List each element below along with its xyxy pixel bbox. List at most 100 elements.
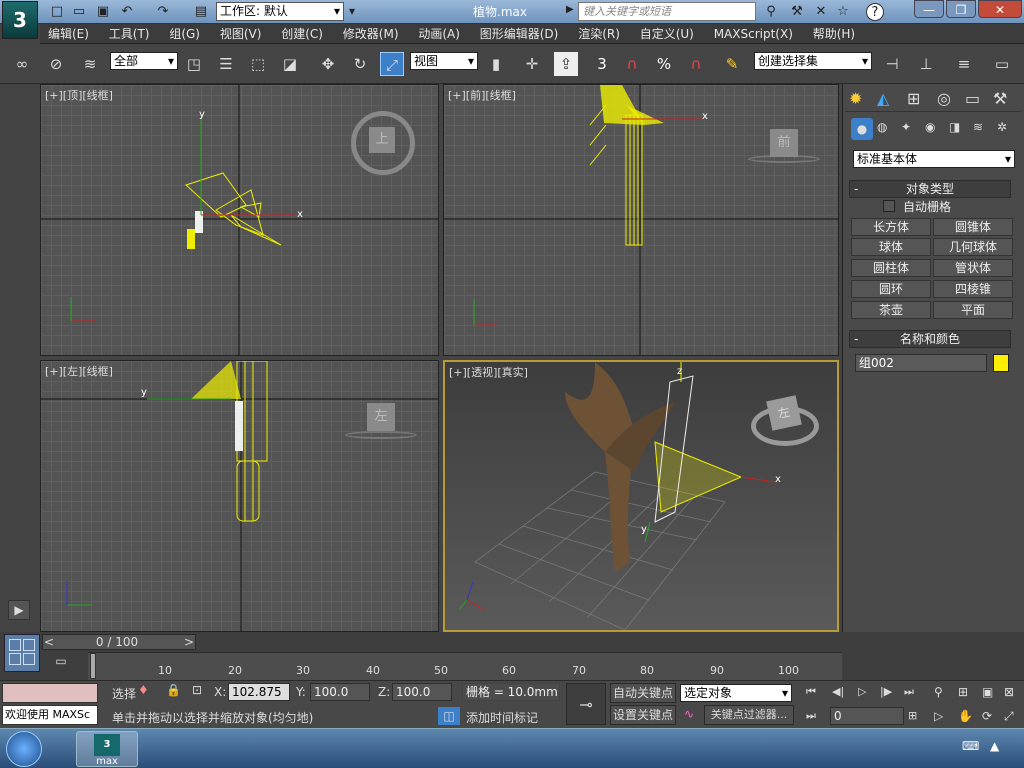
- menu-graph-editors[interactable]: 图形编辑器(D): [472, 24, 567, 44]
- goto-start-icon[interactable]: ⏮: [806, 685, 816, 699]
- ref-coord-select[interactable]: 视图 ▾: [410, 52, 478, 70]
- viewport-left[interactable]: [+][左][线框] y 左: [40, 360, 439, 632]
- menu-rendering[interactable]: 渲染(R): [570, 24, 628, 44]
- select-by-name-icon[interactable]: ☰: [214, 52, 238, 76]
- torus-button[interactable]: 圆环: [851, 280, 931, 298]
- cone-button[interactable]: 圆锥体: [933, 218, 1013, 236]
- helpers-icon[interactable]: ◨: [949, 120, 960, 134]
- snap-toggle-icon[interactable]: 3: [590, 52, 614, 76]
- menu-modifiers[interactable]: 修改器(M): [335, 24, 407, 44]
- time-prev-icon[interactable]: <: [43, 635, 55, 649]
- keyboard-shortcut-icon[interactable]: ⇪: [554, 52, 578, 76]
- start-button[interactable]: [6, 731, 42, 767]
- zoom-extents-all-icon[interactable]: ⊠: [1004, 685, 1014, 699]
- time-next-icon[interactable]: >: [183, 635, 195, 649]
- time-slider[interactable]: < 0 / 100 >: [42, 634, 196, 650]
- selection-filter[interactable]: 全部 ▾: [110, 52, 178, 70]
- category-select[interactable]: 标准基本体 ▾: [853, 150, 1015, 168]
- scale-icon[interactable]: ⤢: [380, 52, 404, 76]
- angle-snap-icon[interactable]: ∩: [620, 52, 644, 76]
- menu-animation[interactable]: 动画(A): [410, 24, 468, 44]
- prev-frame-icon[interactable]: ◀|: [832, 685, 844, 698]
- rotate-icon[interactable]: ↻: [348, 52, 372, 76]
- hierarchy-tab-icon[interactable]: ⊞: [907, 89, 920, 108]
- viewport-label[interactable]: [+][透视][真实]: [449, 364, 528, 380]
- pyramid-button[interactable]: 四棱锥: [933, 280, 1013, 298]
- percent-snap-icon[interactable]: %: [652, 52, 676, 76]
- project-folder-icon[interactable]: ▤: [192, 3, 210, 21]
- key-mode-toggle-icon[interactable]: ⏭: [806, 709, 816, 723]
- lock-selection-icon[interactable]: 🔒: [166, 683, 181, 697]
- viewcube[interactable]: 左: [766, 395, 802, 431]
- edit-named-sets-icon[interactable]: ✎: [720, 52, 744, 76]
- z-coordinate-field[interactable]: 100.0: [392, 683, 452, 701]
- goto-end-icon[interactable]: ⏭: [904, 685, 914, 699]
- workspace-select[interactable]: 工作区: 默认 ▾: [216, 2, 344, 21]
- menu-customize[interactable]: 自定义(U): [632, 24, 702, 44]
- taskbar-3dsmax[interactable]: 3 max: [76, 731, 138, 767]
- move-icon[interactable]: ✥: [316, 52, 340, 76]
- help-icon[interactable]: ?: [866, 3, 884, 21]
- name-color-header[interactable]: - 名称和颜色: [849, 330, 1011, 348]
- graphite-toggle-icon[interactable]: ▭: [990, 52, 1014, 76]
- save-icon[interactable]: ▣: [94, 3, 112, 21]
- isolate-icon[interactable]: ♦: [138, 683, 149, 697]
- object-color-swatch[interactable]: [993, 354, 1009, 372]
- menu-views[interactable]: 视图(V): [212, 24, 270, 44]
- key-filters-button[interactable]: 关键点过滤器...: [704, 705, 794, 725]
- search-input[interactable]: 键入关键字或短语: [578, 2, 756, 21]
- key-mode-select[interactable]: 选定对象 ▾: [680, 684, 792, 702]
- rect-region-icon[interactable]: ⬚: [246, 52, 270, 76]
- layer-manager-icon[interactable]: ≡: [952, 52, 976, 76]
- app-logo[interactable]: 3: [2, 1, 38, 39]
- track-bar[interactable]: 10 20 30 40 50 60 70 80 90 100: [88, 652, 842, 680]
- redo-icon[interactable]: ↷: [154, 3, 172, 21]
- absolute-mode-icon[interactable]: ⊡: [192, 683, 202, 697]
- viewcube[interactable]: 上: [369, 127, 395, 153]
- lights-icon[interactable]: ✦: [901, 120, 911, 134]
- box-button[interactable]: 长方体: [851, 218, 931, 236]
- modify-tab-icon[interactable]: ◭: [877, 89, 889, 108]
- spacewarps-icon[interactable]: ≋: [973, 120, 983, 134]
- pivot-center-icon[interactable]: ▮: [484, 52, 508, 76]
- set-key-icon[interactable]: ⊸: [566, 683, 606, 725]
- tube-button[interactable]: 管状体: [933, 259, 1013, 277]
- viewport-layout-icon[interactable]: [4, 634, 40, 672]
- utilities-tab-icon[interactable]: ⚒: [993, 89, 1007, 108]
- exchange-icon[interactable]: ✕: [812, 3, 830, 21]
- maximize-viewport-icon[interactable]: ⤢: [1004, 709, 1014, 724]
- zoom-all-icon[interactable]: ⊞: [958, 685, 968, 699]
- qa-dropdown-icon[interactable]: ▾: [346, 2, 358, 21]
- teapot-button[interactable]: 茶壶: [851, 301, 931, 319]
- select-object-icon[interactable]: ◳: [182, 52, 206, 76]
- time-tag-icon[interactable]: ◫: [438, 707, 460, 725]
- open-file-icon[interactable]: ▭: [70, 3, 88, 21]
- x-coordinate-field[interactable]: 102.875: [228, 683, 290, 701]
- cameras-icon[interactable]: ◉: [925, 120, 935, 134]
- plane-button[interactable]: 平面: [933, 301, 1013, 319]
- bind-spacewarp-icon[interactable]: ≋: [78, 52, 102, 76]
- viewport-label[interactable]: [+][前][线框]: [448, 87, 516, 103]
- sphere-button[interactable]: 球体: [851, 238, 931, 256]
- current-frame-field[interactable]: 0: [830, 707, 904, 725]
- display-tab-icon[interactable]: ▭: [965, 89, 980, 108]
- maxscript-listener-pink[interactable]: [2, 683, 98, 703]
- mirror-icon[interactable]: ⊣: [880, 52, 904, 76]
- systems-icon[interactable]: ✲: [997, 120, 1007, 134]
- binoculars-icon[interactable]: ⚲: [762, 3, 780, 21]
- spinner-snap-icon[interactable]: ∩: [684, 52, 708, 76]
- favorite-icon[interactable]: ☆: [834, 3, 852, 21]
- viewcube[interactable]: 左: [367, 403, 395, 431]
- curve-editor-icon[interactable]: ▭: [48, 654, 74, 672]
- close-button[interactable]: ✕: [978, 0, 1022, 18]
- setkey-button[interactable]: 设置关键点: [610, 705, 676, 725]
- menu-create[interactable]: 创建(C): [273, 24, 331, 44]
- tools-icon[interactable]: ⚒: [788, 3, 806, 21]
- zoom-extents-icon[interactable]: ▣: [982, 685, 993, 699]
- next-frame-icon[interactable]: |▶: [880, 685, 892, 698]
- keyboard-icon[interactable]: ⌨: [962, 739, 979, 753]
- pan-icon[interactable]: ✋: [958, 709, 973, 723]
- manipulate-icon[interactable]: ✛: [520, 52, 544, 76]
- viewport-label[interactable]: [+][左][线框]: [45, 363, 113, 379]
- object-type-header[interactable]: - 对象类型: [849, 180, 1011, 198]
